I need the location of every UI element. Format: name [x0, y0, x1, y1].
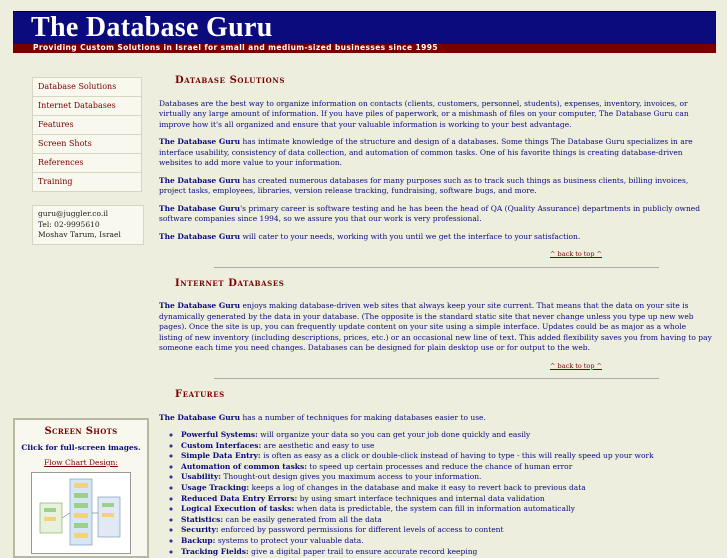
nav-internet-databases[interactable]: Internet Databases [33, 97, 141, 116]
contact-email[interactable]: guru@juggler.co.il [38, 209, 140, 220]
sidebar-nav: Database Solutions Internet Databases Fe… [32, 77, 142, 192]
list-item: Reduced Data Entry Errors: by using smar… [181, 494, 712, 505]
list-item: Logical Execution of tasks: when data is… [181, 504, 712, 515]
brand-name: The Database Guru [159, 175, 241, 185]
list-item: Usage Tracking: keeps a log of changes i… [181, 483, 712, 494]
flow-chart-thumbnail[interactable] [31, 472, 131, 554]
nav-screen-shots[interactable]: Screen Shots [33, 135, 141, 154]
section-divider [214, 378, 659, 379]
contact-box: guru@juggler.co.il Tel: 02-9995610 Mosha… [32, 205, 144, 245]
internet-paragraph-text: enjoys making database-driven web sites … [159, 301, 712, 352]
features-intro-text: has a number of techniques for making da… [242, 412, 486, 422]
site-title: The Database Guru [31, 12, 273, 43]
list-item: Powerful Systems: will organize your dat… [181, 430, 712, 441]
back-to-top-link[interactable]: ^ back to top ^ [159, 249, 602, 260]
flow-chart-link[interactable]: Flow Chart Design: [15, 458, 147, 467]
list-item: Automation of common tasks: to speed up … [181, 462, 712, 473]
list-item: Security: enforced by password permissio… [181, 525, 712, 536]
db-paragraph-5-text: will cater to your needs, working with y… [242, 231, 581, 241]
list-item: Custom Interfaces: are aesthetic and eas… [181, 441, 712, 452]
flow-chart-image [39, 478, 121, 546]
brand-name: The Database Guru [159, 231, 241, 241]
features-list: Powerful Systems: will organize your dat… [159, 430, 712, 557]
nav-training[interactable]: Training [33, 173, 141, 191]
section-divider [214, 266, 659, 268]
list-item: Simple Data Entry: is often as easy as a… [181, 451, 712, 462]
heading-features: Features [175, 389, 225, 400]
brand-name: The Database Guru [159, 301, 241, 310]
internet-paragraph: The Database Guru enjoys making database… [159, 301, 712, 354]
list-item: Statistics: can be easily generated from… [181, 515, 712, 526]
main-content: Database Solutions Databases are the bes… [159, 72, 712, 557]
back-to-top-link[interactable]: ^ back to top ^ [159, 361, 602, 372]
db-paragraph-5: The Database Guru will cater to your nee… [159, 232, 712, 243]
db-paragraph-2: The Database Guru has intimate knowledge… [159, 137, 712, 169]
contact-tel: Tel: 02-9995610 [38, 219, 100, 229]
heading-database-solutions: Database Solutions [175, 75, 285, 86]
brand-name: The Database Guru [159, 412, 241, 422]
db-paragraph-3: The Database Guru has created numerous d… [159, 176, 712, 197]
tagline: Providing Custom Solutions in Israel for… [33, 43, 438, 52]
contact-location: Moshav Tarum, Israel [38, 230, 121, 239]
list-item: Usability: Thought-out design gives you … [181, 472, 712, 483]
nav-database-solutions[interactable]: Database Solutions [33, 78, 141, 97]
heading-internet-databases: Internet Databases [175, 277, 285, 289]
nav-features[interactable]: Features [33, 116, 141, 135]
screenshots-title: Screen Shots [44, 426, 118, 437]
site-header: The Database Guru [13, 11, 716, 45]
nav-references[interactable]: References [33, 154, 141, 173]
db-paragraph-2-text: has intimate knowledge of the structure … [159, 137, 693, 167]
screenshots-box: Screen Shots Click for full-screen image… [13, 418, 149, 558]
db-paragraph-1: Databases are the best way to organize i… [159, 98, 689, 129]
brand-name: The Database Guru [159, 203, 241, 213]
features-intro: The Database Guru has a number of techni… [159, 413, 712, 424]
screenshots-caption: Click for full-screen images. [21, 443, 141, 452]
db-paragraph-4-text: 's primary career is software testing an… [159, 203, 701, 224]
tagline-bar: Providing Custom Solutions in Israel for… [13, 43, 716, 53]
db-paragraph-4: The Database Guru's primary career is so… [159, 204, 712, 225]
brand-name: The Database Guru [159, 137, 241, 146]
list-item: Tracking Fields: give a digital paper tr… [181, 547, 712, 558]
